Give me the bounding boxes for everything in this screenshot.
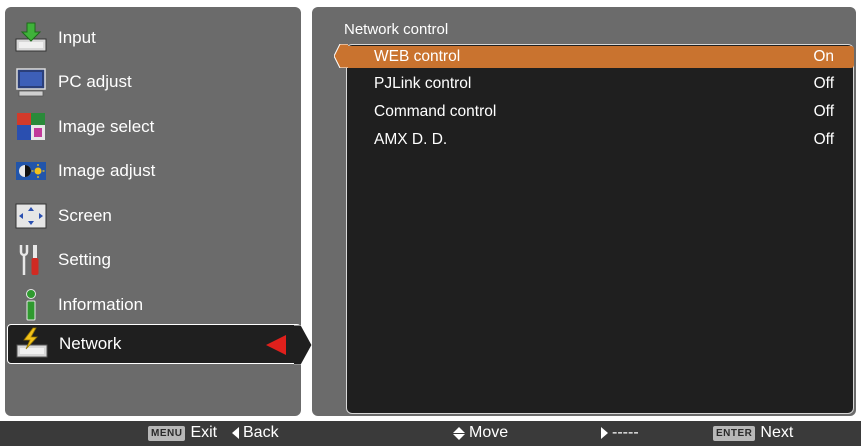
wrench-icon [14,243,48,277]
menu-item-image-select[interactable]: Image select [5,107,301,147]
footer-hint-bar: MENU Exit Back Move ----- ENTER Next [0,421,861,446]
submenu-row-amx-dd[interactable]: AMX D. D. Off [348,129,854,151]
row-value: Off [813,75,834,92]
submenu-connector [334,44,348,68]
input-icon [14,21,48,55]
menu-item-image-adjust[interactable]: Image adjust [5,151,301,191]
submenu-row-command-control[interactable]: Command control Off [348,101,854,123]
row-label: Command control [374,103,497,120]
submenu-row-web-control[interactable]: WEB control On [348,46,854,68]
screen-icon [14,199,48,233]
up-down-arrow-icon [453,426,465,440]
next-label: Next [760,424,794,441]
menu-item-label: Input [58,28,96,47]
menu-item-screen[interactable]: Screen [5,196,301,236]
left-arrow-icon [232,427,239,439]
submenu-row-pjlink-control[interactable]: PJLink control Off [348,73,854,95]
exit-label: Exit [190,424,218,441]
submenu-list [346,44,854,414]
network-icon [15,327,49,361]
menu-item-setting[interactable]: Setting [5,240,301,280]
main-menu-panel: Input PC adjust Image select Image adjus… [5,7,301,416]
enter-key-icon: ENTER [713,425,756,441]
submenu-title: Network control [344,21,449,38]
row-label: AMX D. D. [374,131,448,148]
row-label: WEB control [374,48,461,65]
menu-item-label: Image select [58,117,155,136]
menu-item-network[interactable]: Network [7,324,301,364]
right-label: ----- [612,424,639,441]
move-label: Move [469,424,509,441]
selected-arrow-icon [266,335,286,355]
menu-key-icon: MENU [148,425,186,441]
menu-item-label: Image adjust [58,161,156,180]
row-value: Off [813,103,834,120]
submenu-panel: Network control WEB control On PJLink co… [312,7,856,416]
info-icon [14,288,48,322]
row-value: Off [813,131,834,148]
menu-item-label: PC adjust [58,72,132,91]
image-select-icon [14,110,48,144]
monitor-icon [14,65,48,99]
back-hint[interactable]: Back [232,424,279,442]
menu-item-information[interactable]: Information [5,285,301,325]
menu-item-label: Network [59,334,122,353]
menu-connector [294,325,313,365]
menu-item-pc-adjust[interactable]: PC adjust [5,62,301,102]
menu-item-label: Screen [58,206,112,225]
image-adjust-icon [14,154,48,188]
right-arrow-icon [601,427,608,439]
row-value: On [813,48,834,65]
menu-item-label: Setting [58,250,111,269]
next-hint[interactable]: ENTER Next [713,424,793,442]
exit-hint[interactable]: MENU Exit [148,424,217,442]
move-hint[interactable]: Move [453,424,508,442]
row-label: PJLink control [374,75,472,92]
menu-item-label: Information [58,295,144,314]
menu-item-input[interactable]: Input [5,18,301,58]
back-label: Back [243,424,279,441]
right-hint[interactable]: ----- [601,424,639,442]
